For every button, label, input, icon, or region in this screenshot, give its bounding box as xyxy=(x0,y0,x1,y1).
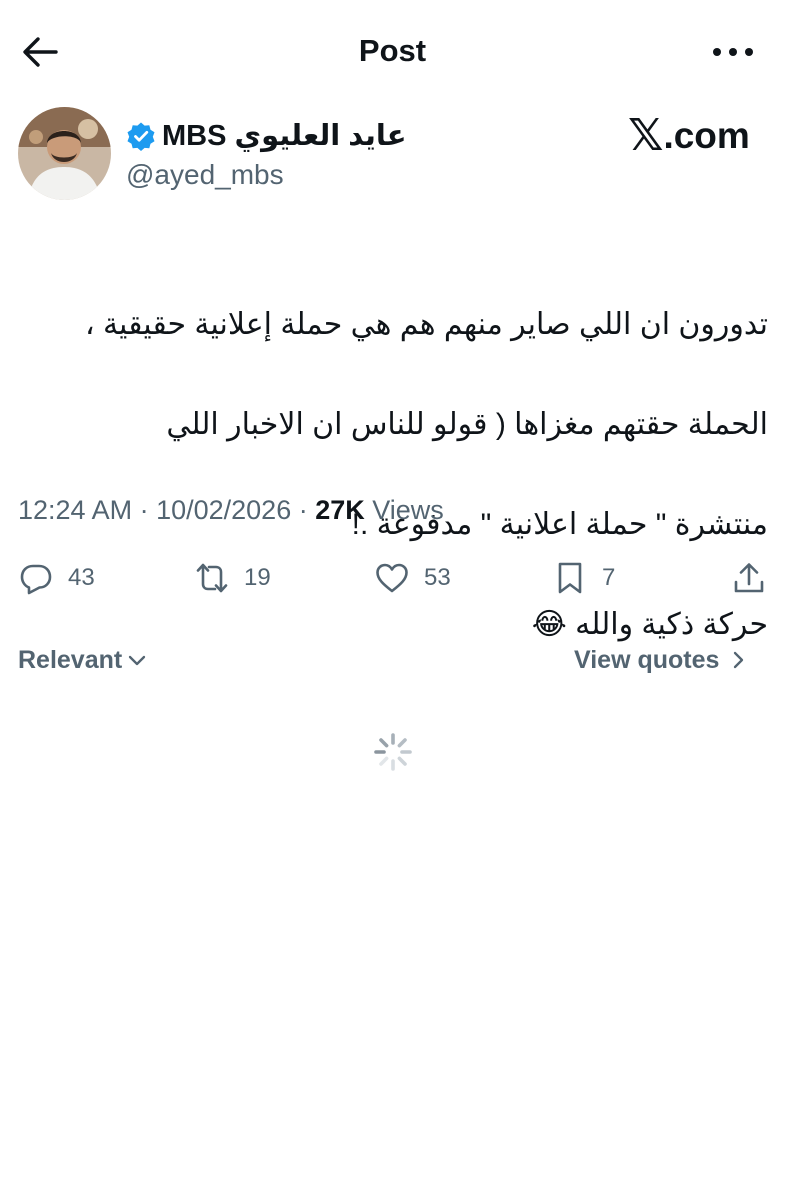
tweet-line: الحملة حقتهم مغزاها ( قولو للناس ان الاخ… xyxy=(166,408,768,441)
tweet-text: تدورون ان اللي صاير منهم هم هي حملة إعلا… xyxy=(18,250,768,700)
repost-count: 19 xyxy=(244,564,271,591)
sort-replies-dropdown[interactable]: Relevant xyxy=(18,642,148,678)
share-icon xyxy=(734,563,764,593)
x-logo-glyph: 𝕏 xyxy=(628,110,664,161)
tweet-meta: 12:24 AM · 10/02/2026 · 27K Views xyxy=(18,491,444,529)
reply-count: 43 xyxy=(68,564,95,591)
author-handle[interactable]: @ayed_mbs xyxy=(126,158,284,192)
repost-button[interactable]: 19 xyxy=(194,558,271,598)
spinner-icon xyxy=(374,733,412,771)
watermark-domain: .com xyxy=(663,115,750,156)
bookmark-count: 7 xyxy=(602,564,616,591)
meta-separator: · xyxy=(291,495,316,525)
verified-badge-icon xyxy=(127,122,155,151)
views-label: Views xyxy=(364,495,444,525)
views-count: 27K xyxy=(315,495,365,525)
chevron-down-icon xyxy=(129,655,146,666)
sort-label: Relevant xyxy=(18,646,123,674)
post-date[interactable]: 10/02/2026 xyxy=(156,495,291,525)
page-title: Post xyxy=(358,33,427,68)
like-button[interactable]: 53 xyxy=(374,558,451,598)
view-quotes-label: View quotes xyxy=(574,646,720,674)
loading-spinner xyxy=(372,731,414,773)
bookmark-button[interactable]: 7 xyxy=(552,558,615,598)
reply-icon xyxy=(20,564,52,595)
post-time[interactable]: 12:24 AM xyxy=(18,495,132,525)
meta-separator: · xyxy=(132,495,157,525)
heart-icon xyxy=(376,563,408,593)
bookmark-icon xyxy=(558,562,582,594)
author-name-row[interactable]: عايد العليوي MBS xyxy=(126,116,407,156)
user-avatar-icon xyxy=(18,107,111,200)
chevron-right-icon xyxy=(734,651,744,669)
xcom-watermark: 𝕏 .com xyxy=(628,112,750,160)
more-horizontal-icon xyxy=(713,48,753,56)
share-button[interactable] xyxy=(731,558,767,598)
reply-button[interactable]: 43 xyxy=(18,558,95,598)
like-count: 53 xyxy=(424,564,451,591)
view-quotes-link[interactable]: View quotes xyxy=(574,642,749,678)
author-name: عايد العليوي MBS xyxy=(162,120,407,152)
repost-icon xyxy=(196,563,228,593)
tweet-line: تدورون ان اللي صاير منهم هم هي حملة إعلا… xyxy=(84,308,768,341)
avatar[interactable] xyxy=(18,107,111,200)
more-button[interactable] xyxy=(708,30,758,74)
